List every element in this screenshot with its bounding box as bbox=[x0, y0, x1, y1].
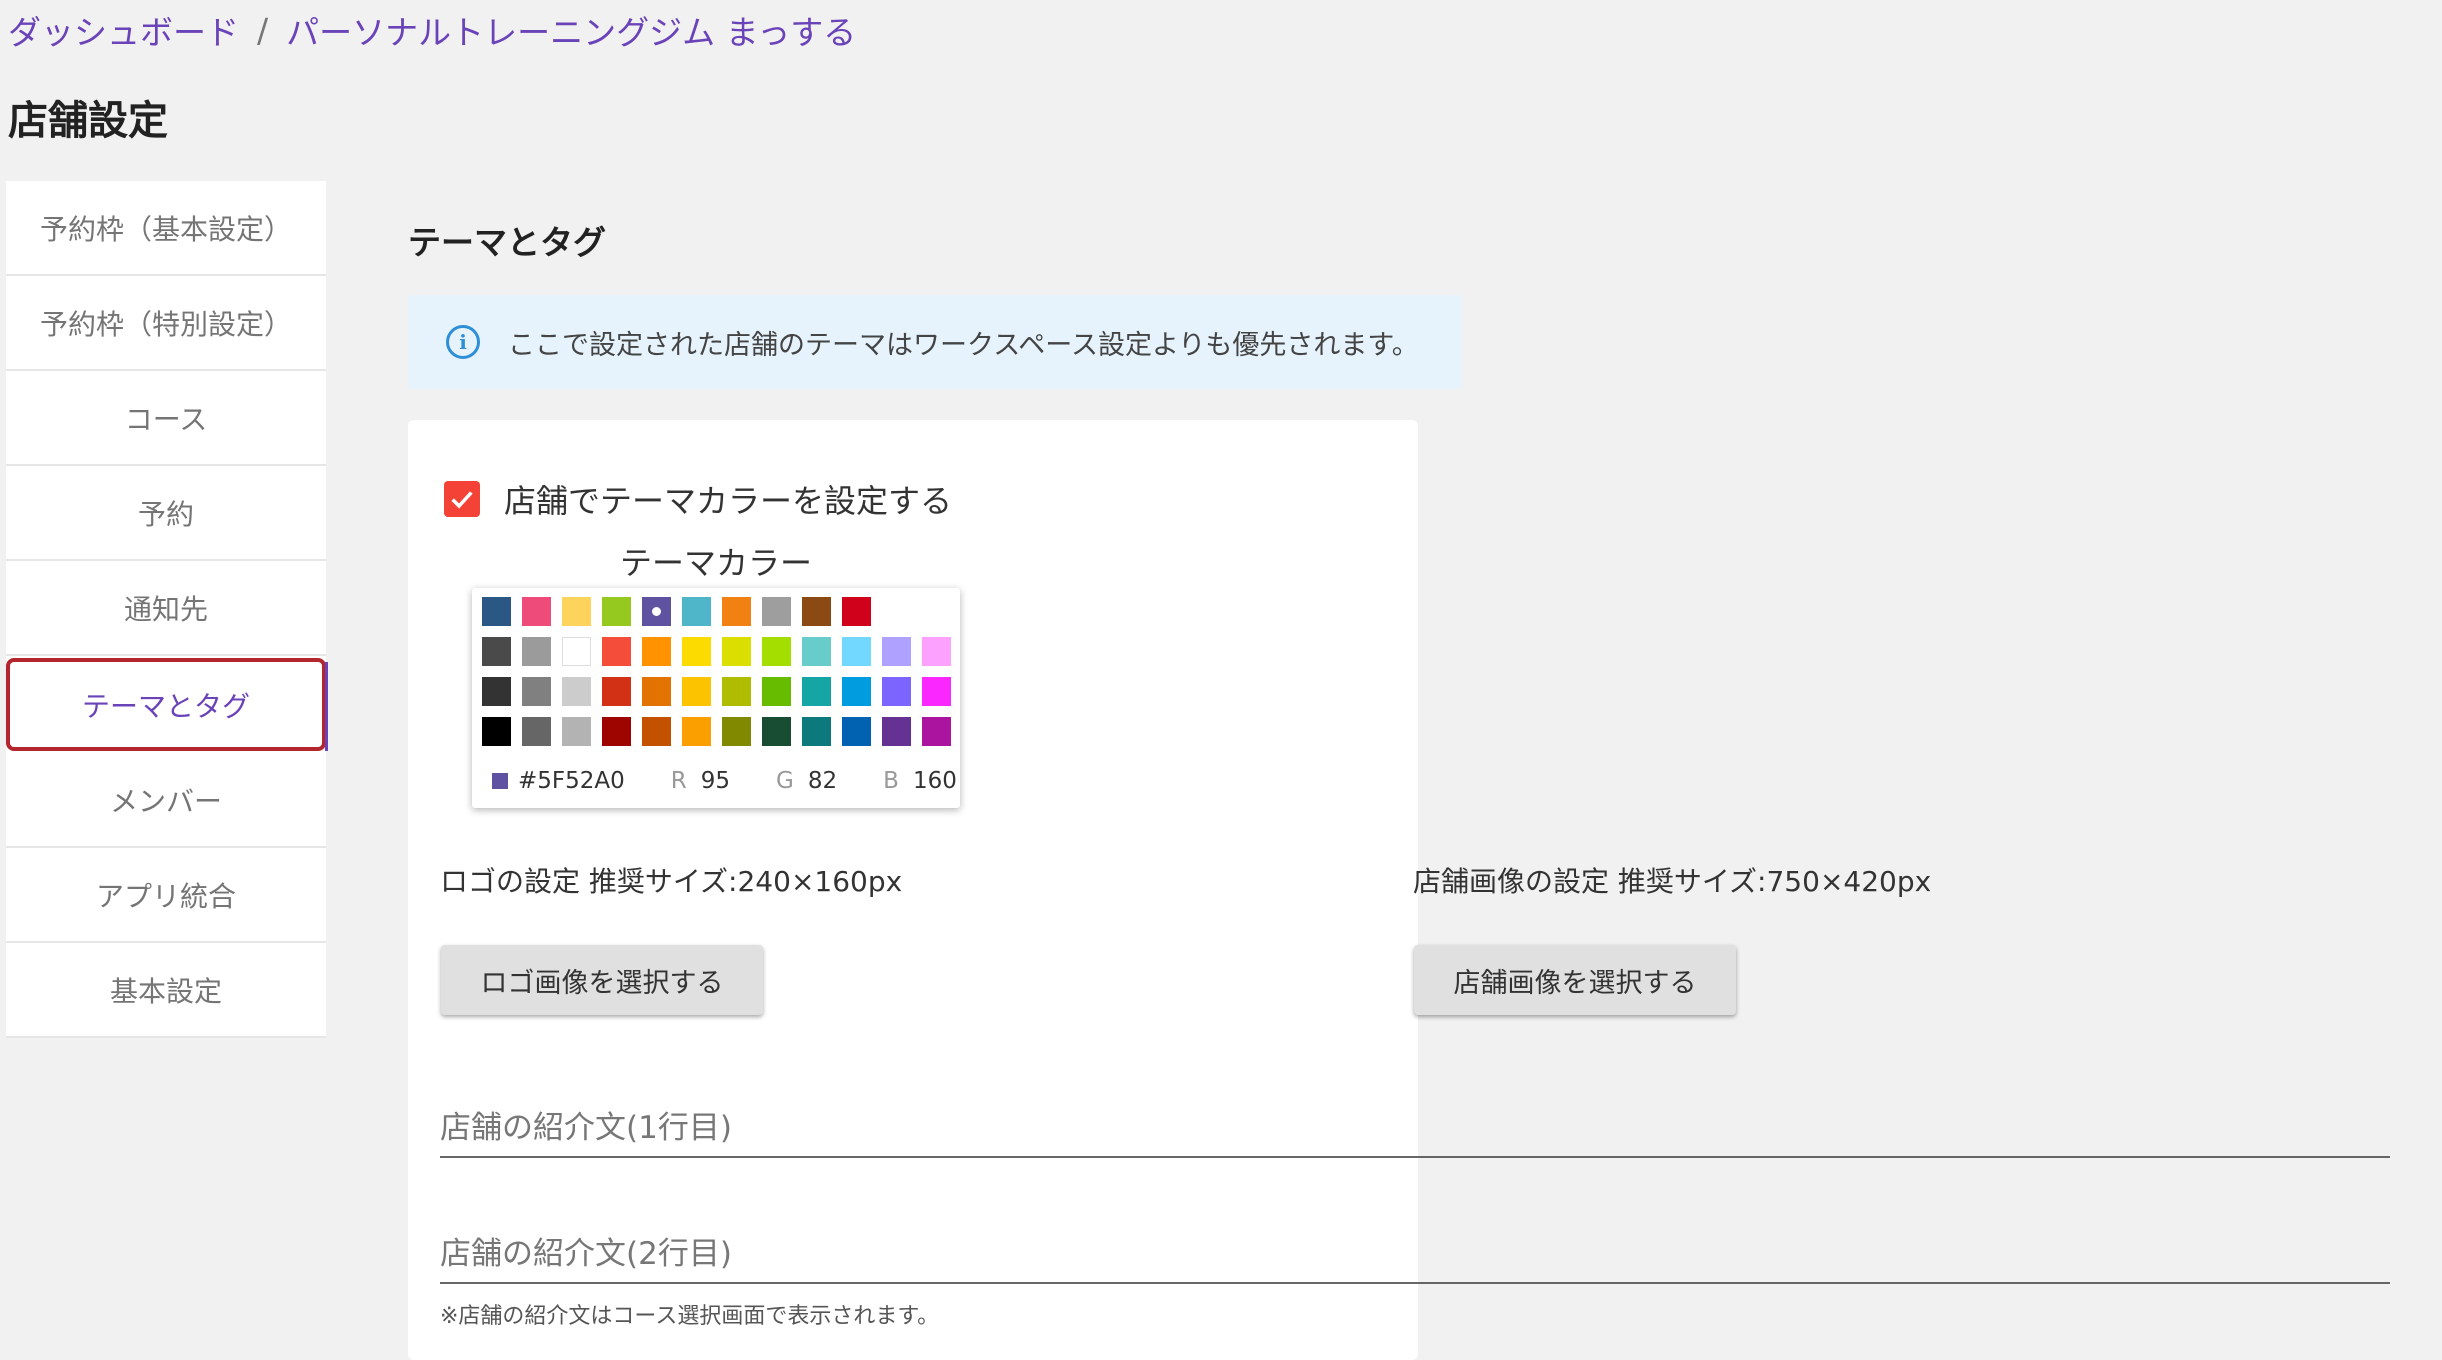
color-swatch[interactable] bbox=[762, 677, 791, 706]
breadcrumb-separator: / bbox=[257, 10, 269, 50]
breadcrumb-store-link[interactable]: パーソナルトレーニングジム まっする bbox=[286, 6, 856, 54]
color-swatch[interactable] bbox=[722, 677, 751, 706]
color-swatch[interactable] bbox=[762, 597, 791, 626]
rgb-g-value[interactable]: 82 bbox=[808, 768, 837, 794]
color-picker-readout: #5F52A0 R 95 G 82 B 160 bbox=[492, 768, 957, 794]
color-swatch[interactable] bbox=[762, 717, 791, 746]
info-banner-text: ここで設定された店舗のテーマはワークスペース設定よりも優先されます。 bbox=[508, 329, 1419, 361]
color-swatch[interactable] bbox=[682, 597, 711, 626]
breadcrumb: ダッシュボード / パーソナルトレーニングジム まっする bbox=[8, 6, 856, 54]
color-swatch[interactable] bbox=[922, 717, 951, 746]
color-swatch[interactable] bbox=[842, 677, 871, 706]
color-swatch[interactable] bbox=[522, 717, 551, 746]
color-swatch[interactable] bbox=[802, 637, 831, 666]
page-title: 店舗設定 bbox=[8, 98, 168, 144]
color-swatch[interactable] bbox=[802, 597, 831, 626]
color-swatch[interactable] bbox=[562, 717, 591, 746]
intro-line1-field[interactable] bbox=[440, 1110, 2390, 1158]
color-swatch[interactable] bbox=[562, 677, 591, 706]
sidebar-item-booking-special[interactable]: 予約枠（特別設定） bbox=[6, 276, 326, 371]
color-swatch[interactable] bbox=[682, 637, 711, 666]
color-swatch[interactable] bbox=[882, 717, 911, 746]
rgb-g-label: G bbox=[776, 768, 794, 794]
theme-color-label: テーマカラー bbox=[620, 544, 813, 582]
color-swatch[interactable] bbox=[802, 717, 831, 746]
info-icon: i bbox=[446, 325, 480, 359]
color-swatch[interactable] bbox=[642, 717, 671, 746]
color-swatch[interactable] bbox=[522, 637, 551, 666]
color-swatch[interactable] bbox=[802, 677, 831, 706]
check-icon bbox=[451, 491, 473, 509]
sidebar-item-app-integration[interactable]: アプリ統合 bbox=[6, 848, 326, 943]
color-swatch[interactable] bbox=[642, 677, 671, 706]
select-store-image-button[interactable]: 店舗画像を選択する bbox=[1414, 945, 1736, 1015]
rgb-r-label: R bbox=[670, 768, 687, 794]
color-swatch[interactable] bbox=[522, 677, 551, 706]
sidebar-item-basic-settings[interactable]: 基本設定 bbox=[6, 943, 326, 1038]
color-swatch[interactable] bbox=[602, 637, 631, 666]
color-swatch[interactable] bbox=[562, 637, 591, 666]
intro-line1-input[interactable] bbox=[440, 1110, 2390, 1156]
color-swatch[interactable] bbox=[762, 637, 791, 666]
color-picker: #5F52A0 R 95 G 82 B 160 bbox=[472, 588, 960, 808]
color-swatch[interactable] bbox=[482, 637, 511, 666]
color-swatch[interactable] bbox=[602, 677, 631, 706]
intro-line2-input[interactable] bbox=[440, 1236, 2390, 1282]
selected-indicator-icon bbox=[652, 607, 661, 616]
selected-color-hex[interactable]: #5F52A0 bbox=[518, 768, 625, 794]
sidebar-item-reservation[interactable]: 予約 bbox=[6, 466, 326, 561]
color-swatch[interactable] bbox=[642, 597, 671, 626]
intro-line2-field[interactable] bbox=[440, 1236, 2390, 1284]
logo-setting-label: ロゴの設定 推奨サイズ:240×160px bbox=[440, 865, 903, 898]
sidebar-item-members[interactable]: メンバー bbox=[6, 753, 326, 848]
color-swatch[interactable] bbox=[482, 717, 511, 746]
color-swatch[interactable] bbox=[922, 677, 951, 706]
sidebar-item-theme-tags[interactable]: テーマとタグ bbox=[6, 658, 328, 751]
color-swatch[interactable] bbox=[642, 637, 671, 666]
color-swatch[interactable] bbox=[602, 597, 631, 626]
info-banner: i ここで設定された店舗のテーマはワークスペース設定よりも優先されます。 bbox=[408, 295, 1462, 389]
theme-color-checkbox-label: 店舗でテーマカラーを設定する bbox=[504, 482, 953, 520]
color-swatch[interactable] bbox=[522, 597, 551, 626]
sidebar-item-booking-basic[interactable]: 予約枠（基本設定） bbox=[6, 181, 326, 276]
color-swatch[interactable] bbox=[842, 637, 871, 666]
color-swatch[interactable] bbox=[842, 717, 871, 746]
color-swatch[interactable] bbox=[722, 637, 751, 666]
color-swatch[interactable] bbox=[562, 597, 591, 626]
sidebar-item-course[interactable]: コース bbox=[6, 371, 326, 466]
rgb-b-label: B bbox=[883, 768, 899, 794]
color-swatch[interactable] bbox=[602, 717, 631, 746]
sidebar-item-notification[interactable]: 通知先 bbox=[6, 561, 326, 656]
color-swatch[interactable] bbox=[482, 677, 511, 706]
breadcrumb-dashboard-link[interactable]: ダッシュボード bbox=[8, 6, 239, 54]
color-swatch[interactable] bbox=[682, 717, 711, 746]
color-swatch[interactable] bbox=[842, 597, 871, 626]
theme-color-checkbox[interactable] bbox=[444, 481, 480, 517]
rgb-b-value[interactable]: 160 bbox=[913, 768, 957, 794]
color-swatch[interactable] bbox=[882, 637, 911, 666]
color-swatch[interactable] bbox=[682, 677, 711, 706]
store-image-setting-label: 店舗画像の設定 推奨サイズ:750×420px bbox=[1413, 865, 1932, 898]
color-swatch[interactable] bbox=[722, 717, 751, 746]
intro-help-text: ※店舗の紹介文はコース選択画面で表示されます。 bbox=[440, 1304, 940, 1329]
theme-color-checkbox-row[interactable]: 店舗でテーマカラーを設定する bbox=[444, 476, 952, 522]
selected-color-swatch bbox=[492, 773, 508, 789]
theme-settings-card: 店舗でテーマカラーを設定する テーマカラー #5F52A0 R 95 G 82 … bbox=[408, 420, 2390, 1360]
color-swatch[interactable] bbox=[922, 637, 951, 666]
color-swatch[interactable] bbox=[482, 597, 511, 626]
sidebar-nav: 予約枠（基本設定） 予約枠（特別設定） コース 予約 通知先 テーマとタグ メン… bbox=[6, 181, 328, 1038]
color-swatch[interactable] bbox=[882, 677, 911, 706]
rgb-r-value[interactable]: 95 bbox=[701, 768, 730, 794]
select-logo-image-button[interactable]: ロゴ画像を選択する bbox=[441, 945, 763, 1015]
section-title: テーマとタグ bbox=[408, 223, 606, 262]
color-swatch[interactable] bbox=[722, 597, 751, 626]
